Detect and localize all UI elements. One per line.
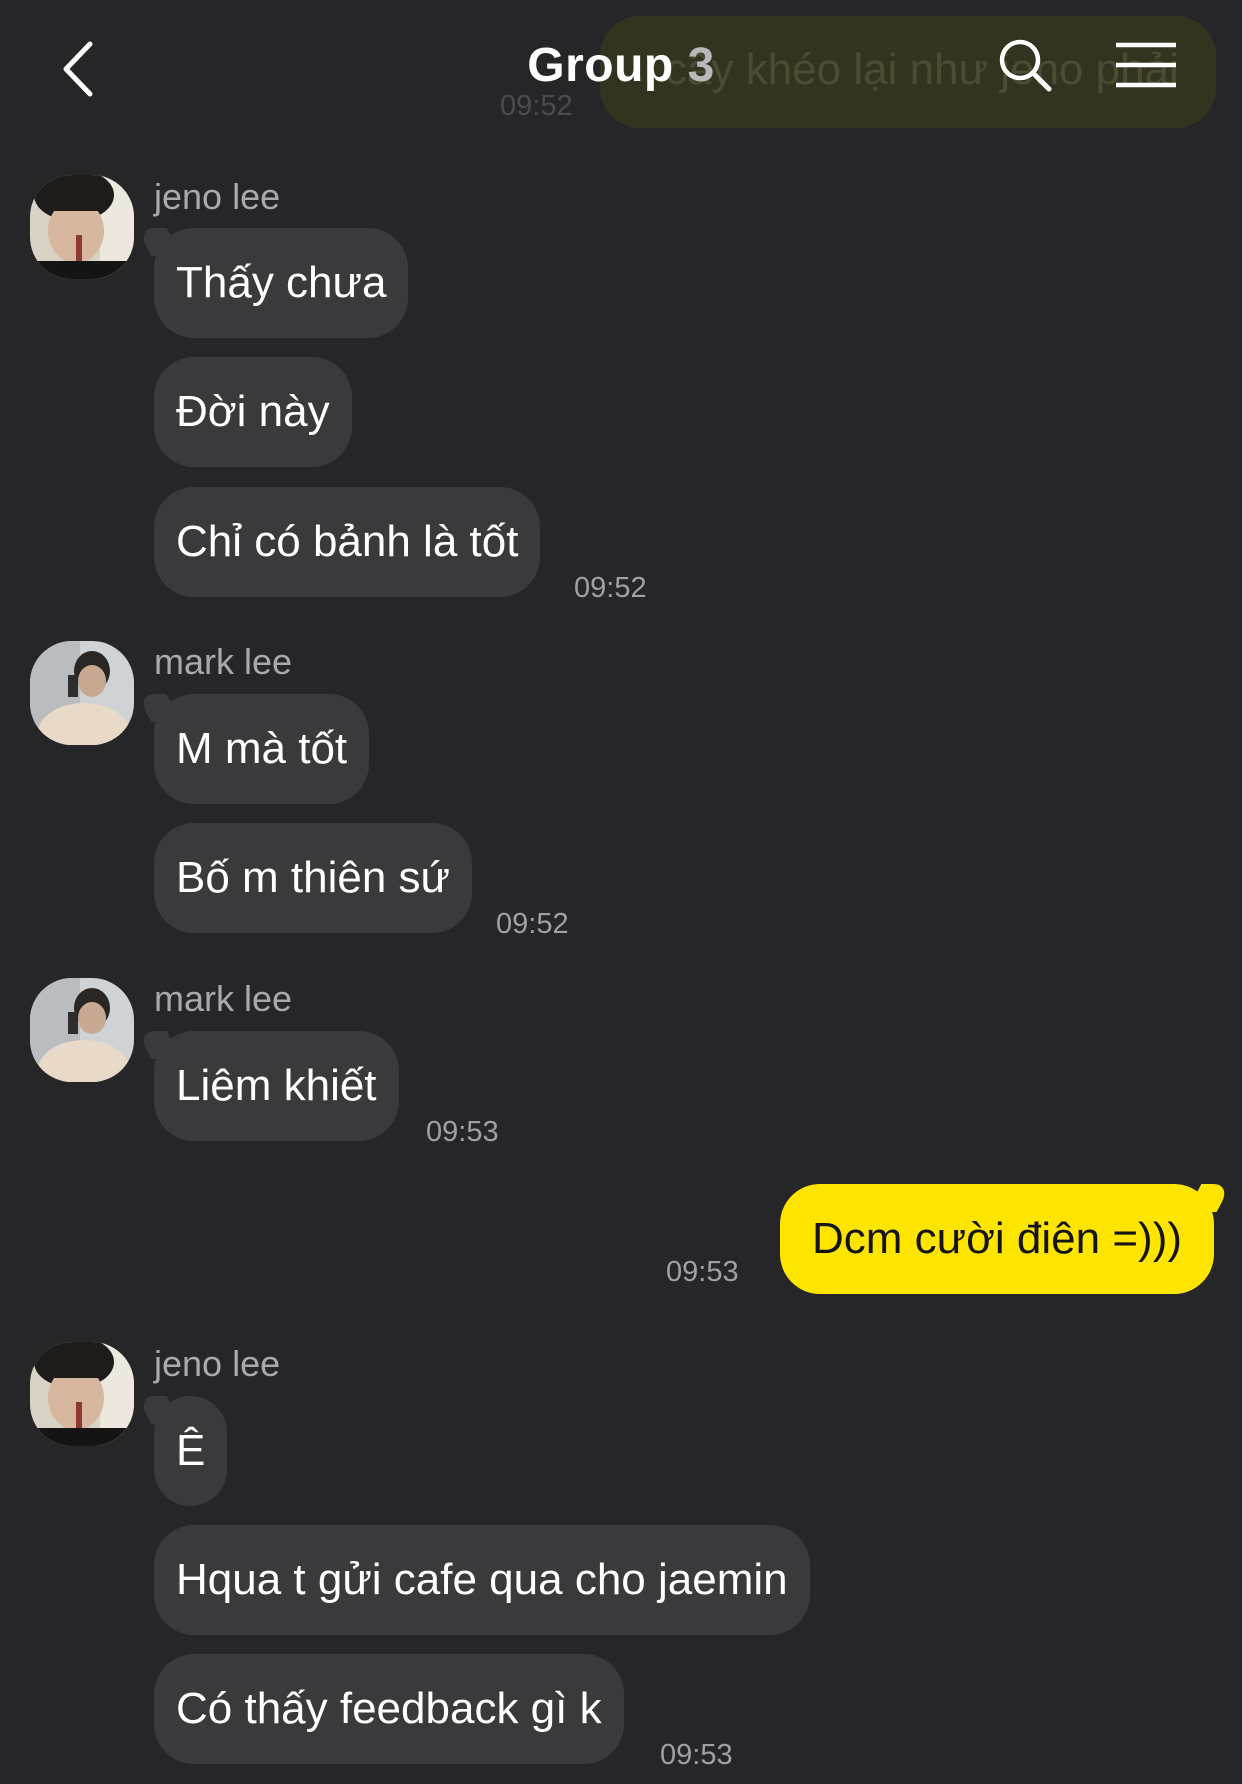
sender-name: jeno lee [154,1343,281,1384]
scrolled-message-time: 09:52 [500,90,573,122]
message-timestamp: 09:52 [496,908,569,940]
hamburger-menu-icon[interactable] [1114,40,1178,90]
message-timestamp: 09:53 [426,1116,499,1148]
message-bubble[interactable]: Đời này [154,357,352,467]
message-bubble[interactable]: Chỉ có bảnh là tốt [154,487,541,597]
sender-name: mark lee [154,641,293,682]
group-name: Group [527,39,674,92]
message-bubble[interactable]: Bố m thiên sứ [154,823,473,933]
message-timestamp: 09:52 [574,572,647,604]
sender-name: mark lee [154,978,293,1019]
message-timestamp: 09:53 [666,1256,739,1288]
avatar-mark-lee[interactable] [30,978,134,1082]
member-count: 3 [687,39,715,92]
message-bubble[interactable]: Có thấy feedback gì k [154,1654,624,1764]
chat-title: Group 3 [0,38,1242,93]
message-bubble[interactable]: M mà tốt [154,694,370,804]
message-bubble[interactable]: Hqua t gửi cafe qua cho jaemin [154,1525,810,1635]
message-bubble[interactable]: Ê [154,1396,228,1506]
message-bubble[interactable]: Liêm khiết [154,1031,399,1141]
search-icon[interactable] [996,36,1054,94]
avatar-jeno-lee[interactable] [30,1342,134,1446]
avatar-mark-lee[interactable] [30,641,134,745]
sender-name: jeno lee [154,176,281,217]
avatar-jeno-lee[interactable] [30,175,134,279]
outgoing-message-bubble[interactable]: Dcm cười điên =))) [779,1184,1214,1294]
message-bubble[interactable]: Thấy chưa [154,228,409,338]
message-timestamp: 09:53 [660,1739,733,1771]
chat-header: cây khéo lại như jeno phải 09:52 Group 3 [0,0,1242,130]
